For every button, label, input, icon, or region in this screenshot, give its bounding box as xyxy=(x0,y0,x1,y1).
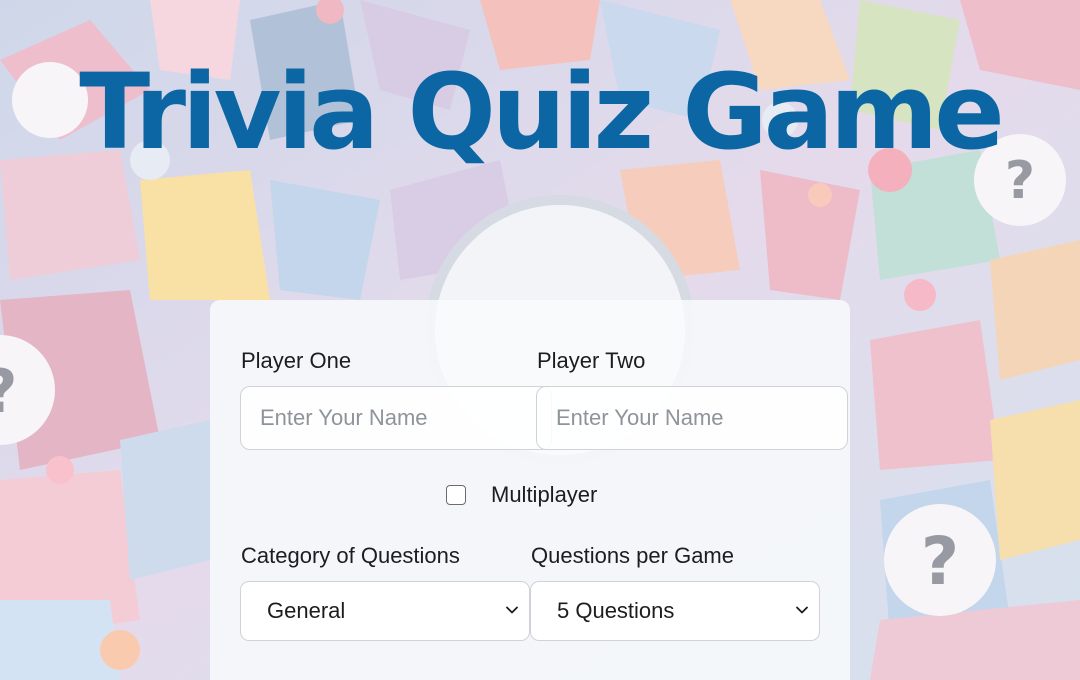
category-select[interactable]: General xyxy=(240,581,530,641)
multiplayer-checkbox[interactable] xyxy=(446,485,466,505)
category-label: Category of Questions xyxy=(241,543,460,568)
player-two-name-input[interactable] xyxy=(536,386,848,450)
questions-per-game-label: Questions per Game xyxy=(531,543,734,568)
player-one-name-input[interactable] xyxy=(240,386,552,450)
chevron-down-icon xyxy=(506,606,518,614)
page-title: Trivia Quiz Game xyxy=(79,51,1005,173)
questions-per-game-select[interactable]: 5 Questions xyxy=(530,581,820,641)
chevron-down-icon xyxy=(796,606,808,614)
category-selected-value: General xyxy=(267,598,346,623)
player-one-label: Player One xyxy=(241,348,352,373)
player-two-label: Player Two xyxy=(537,348,646,373)
multiplayer-label: Multiplayer xyxy=(491,482,598,507)
questions-per-game-selected-value: 5 Questions xyxy=(557,598,675,623)
multiplayer-toggle[interactable]: Multiplayer xyxy=(446,480,597,510)
